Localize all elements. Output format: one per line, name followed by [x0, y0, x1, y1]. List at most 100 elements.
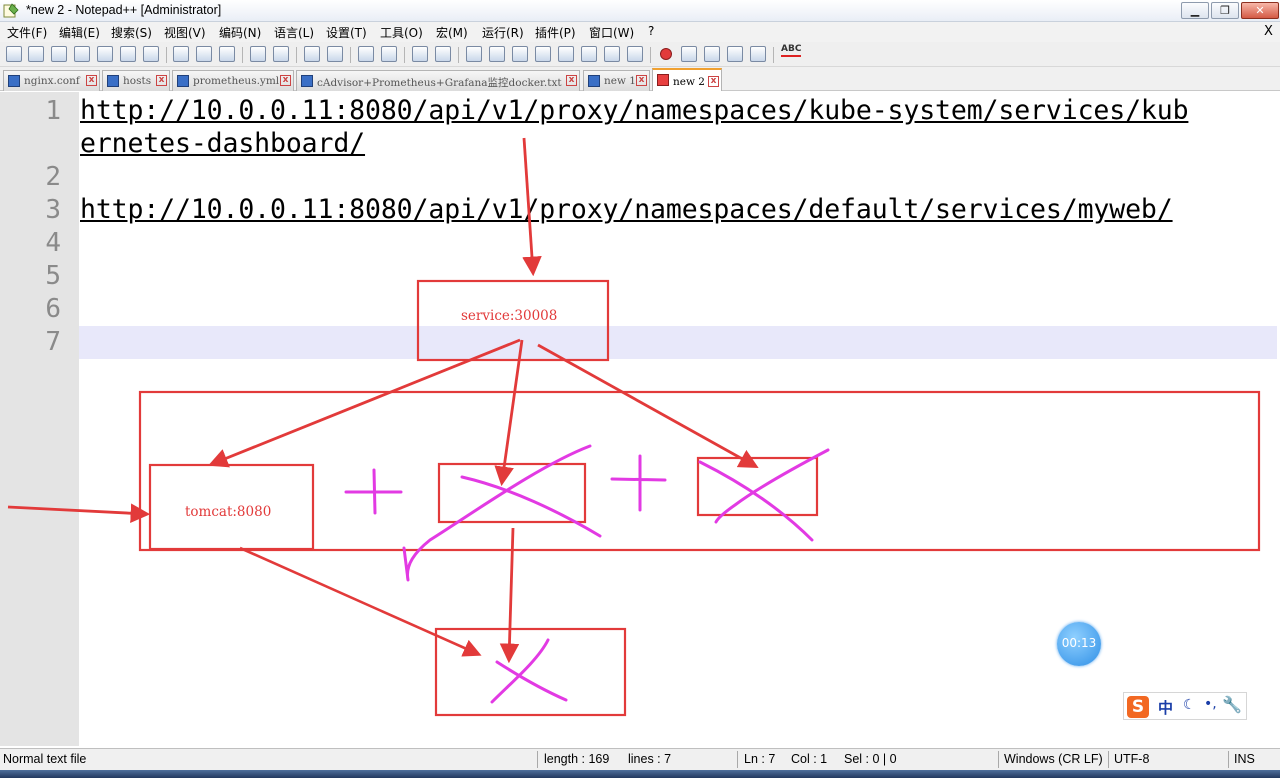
sync-vertical-icon[interactable]: [412, 46, 428, 62]
menu-bar: 文件(F) 编辑(E) 搜索(S) 视图(V) 编码(N) 语言(L) 设置(T…: [0, 22, 1280, 42]
line-number: 1: [45, 96, 61, 126]
record-macro-icon[interactable]: [660, 48, 672, 60]
menu-run[interactable]: 运行(R): [482, 24, 524, 41]
toolbar: [0, 42, 1280, 67]
sogou-logo-icon[interactable]: S: [1127, 696, 1149, 718]
spell-check-icon[interactable]: ABC: [781, 44, 802, 57]
save-macro-icon[interactable]: [750, 46, 766, 62]
url-line-1-wrapped[interactable]: ernetes-dashboard/: [80, 128, 365, 159]
menu-help[interactable]: ?: [648, 24, 654, 38]
status-bar: Normal text file length : 169 lines : 7 …: [0, 748, 1280, 770]
tab-cadvisor-txt[interactable]: cAdvisor+Prometheus+Grafana监控docker.txt …: [296, 70, 580, 91]
word-wrap-icon[interactable]: [466, 46, 482, 62]
tab-label: new 2: [673, 76, 705, 88]
url-line-3[interactable]: http://10.0.0.11:8080/api/v1/proxy/names…: [80, 194, 1173, 225]
indent-guide-icon[interactable]: [512, 46, 528, 62]
ime-punctuation-icon[interactable]: •,: [1204, 696, 1217, 712]
unsaved-document-icon: [657, 74, 669, 86]
minimize-button[interactable]: ▁: [1181, 2, 1209, 19]
menu-macro[interactable]: 宏(M): [436, 24, 468, 41]
copy-icon[interactable]: [196, 46, 212, 62]
close-all-icon[interactable]: [120, 46, 136, 62]
status-lines: lines : 7: [628, 752, 672, 766]
status-col: Col : 1: [791, 752, 828, 766]
tab-new-1[interactable]: new 1 x: [583, 70, 650, 91]
folder-workspace-icon[interactable]: [581, 46, 597, 62]
replace-icon[interactable]: [327, 46, 343, 62]
notepadpp-app-icon: [3, 3, 19, 18]
url-line-1[interactable]: http://10.0.0.11:8080/api/v1/proxy/names…: [80, 95, 1189, 126]
play-macro-icon[interactable]: [704, 46, 720, 62]
current-line-highlight: [79, 326, 1277, 359]
menu-language[interactable]: 语言(L): [274, 24, 314, 41]
save-all-icon[interactable]: [74, 46, 90, 62]
maximize-button[interactable]: ❐: [1211, 2, 1239, 19]
line-number: 6: [45, 294, 61, 324]
tab-prometheus-yml[interactable]: prometheus.yml x: [172, 70, 294, 91]
save-icon[interactable]: [51, 46, 67, 62]
taskbar-edge: [0, 770, 1280, 778]
zoom-out-icon[interactable]: [381, 46, 397, 62]
close-document-button[interactable]: X: [1264, 24, 1273, 39]
print-icon[interactable]: [143, 46, 159, 62]
line-number-gutter: 1 2 3 4 5 6 7: [0, 92, 79, 746]
close-file-icon[interactable]: [97, 46, 113, 62]
line-number: 3: [45, 195, 61, 225]
document-icon: [301, 75, 313, 87]
menu-encoding[interactable]: 编码(N): [219, 24, 261, 41]
menu-tools[interactable]: 工具(O): [380, 24, 423, 41]
close-window-button[interactable]: ✕: [1241, 2, 1279, 19]
zoom-in-icon[interactable]: [358, 46, 374, 62]
show-all-chars-icon[interactable]: [489, 46, 505, 62]
monitor-icon[interactable]: [604, 46, 620, 62]
status-eol[interactable]: Windows (CR LF): [1004, 752, 1103, 766]
stop-macro-icon[interactable]: [681, 46, 697, 62]
tab-close-icon[interactable]: x: [566, 75, 577, 86]
menu-edit[interactable]: 编辑(E): [59, 24, 100, 41]
menu-file[interactable]: 文件(F): [7, 24, 47, 41]
status-file-type: Normal text file: [3, 752, 87, 766]
menu-settings[interactable]: 设置(T): [326, 24, 367, 41]
tab-label: prometheus.yml: [193, 75, 280, 87]
status-insert-mode[interactable]: INS: [1234, 752, 1255, 766]
cut-icon[interactable]: [173, 46, 189, 62]
menu-window[interactable]: 窗口(W): [589, 24, 634, 41]
tab-hosts[interactable]: hosts x: [102, 70, 170, 91]
recording-timer[interactable]: 00:13: [1057, 622, 1101, 666]
tab-label: cAdvisor+Prometheus+Grafana监控docker.txt: [317, 77, 562, 89]
status-encoding[interactable]: UTF-8: [1114, 752, 1149, 766]
tab-close-icon[interactable]: x: [636, 75, 647, 86]
tab-bar: nginx.conf x hosts x prometheus.yml x cA…: [0, 67, 1280, 91]
ime-settings-icon[interactable]: 🔧: [1222, 695, 1242, 714]
tab-close-icon[interactable]: x: [708, 76, 719, 87]
line-number: 5: [45, 261, 61, 291]
line-number: 2: [45, 162, 61, 192]
menu-plugins[interactable]: 插件(P): [535, 24, 576, 41]
paste-icon[interactable]: [219, 46, 235, 62]
tab-new-2[interactable]: new 2 x: [652, 68, 722, 91]
comment-icon[interactable]: [627, 46, 643, 62]
find-icon[interactable]: [304, 46, 320, 62]
line-number: 7: [45, 327, 61, 357]
tab-close-icon[interactable]: x: [86, 75, 97, 86]
tab-close-icon[interactable]: x: [280, 75, 291, 86]
tab-nginx-conf[interactable]: nginx.conf x: [3, 70, 100, 91]
new-file-icon[interactable]: [6, 46, 22, 62]
open-file-icon[interactable]: [28, 46, 44, 62]
document-icon: [177, 75, 189, 87]
doc-map-icon[interactable]: [535, 46, 551, 62]
function-list-icon[interactable]: [558, 46, 574, 62]
sync-horizontal-icon[interactable]: [435, 46, 451, 62]
menu-view[interactable]: 视图(V): [164, 24, 206, 41]
tab-close-icon[interactable]: x: [156, 75, 167, 86]
window-title: *new 2 - Notepad++ [Administrator]: [26, 3, 222, 17]
ime-language-toggle[interactable]: 中: [1158, 697, 1173, 718]
ime-halfwidth-icon[interactable]: ☾: [1183, 697, 1196, 713]
close-icon: ✕: [1255, 4, 1265, 17]
undo-icon[interactable]: [250, 46, 266, 62]
status-length: length : 169: [544, 752, 610, 766]
ime-toolbar[interactable]: S 中 ☾ •, 🔧: [1123, 692, 1247, 720]
menu-search[interactable]: 搜索(S): [111, 24, 152, 41]
redo-icon[interactable]: [273, 46, 289, 62]
run-macro-multiple-icon[interactable]: [727, 46, 743, 62]
